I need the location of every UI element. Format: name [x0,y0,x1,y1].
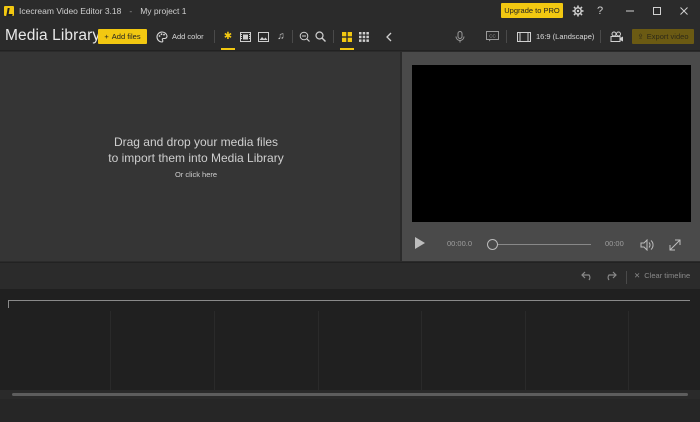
filter-audio-icon[interactable]: ♫ [274,29,288,44]
total-time: 00:00 [605,239,624,248]
export-video-button[interactable]: ⇪ Export video [632,29,694,44]
plus-icon: + [104,32,109,41]
toolbar-divider [214,30,215,43]
timeline-grid-line [628,311,629,391]
palette-icon [156,30,168,43]
filter-image-icon[interactable] [256,29,270,44]
preview-panel: 00:00.0 00:00 [402,52,700,261]
fullscreen-icon[interactable] [668,237,682,252]
project-name: My project 1 [140,5,187,16]
title-separator: - [129,5,133,16]
toolbar-divider [600,30,601,43]
seek-bar[interactable] [493,244,591,245]
drop-instructions: Drag and drop your media files to import… [0,134,392,166]
main-toolbar: Media Library + Add files Add color ✱ ♫ … [0,21,700,51]
clear-timeline-label: Clear timeline [644,271,691,280]
filter-video-icon[interactable] [238,29,252,44]
zoom-fit-icon[interactable] [297,29,311,44]
upgrade-to-pro-button[interactable]: Upgrade to PRO [501,3,563,18]
maximize-icon[interactable] [650,3,664,18]
settings-icon[interactable] [571,3,585,18]
collapse-panel-chevron-icon[interactable] [382,29,396,44]
close-icon[interactable] [677,3,691,18]
play-icon[interactable] [415,237,425,249]
app-name: Icecream Video Editor 3.18 [19,5,122,16]
toolbar-divider [333,30,334,43]
timeline-horizontal-scrollbar[interactable] [0,390,700,399]
timeline-toolbar: ✕ Clear timeline [0,262,700,289]
film-frame-icon [517,31,531,42]
timeline-grid-line [318,311,319,391]
volume-icon[interactable] [640,237,654,252]
export-video-label: Export video [646,32,689,41]
help-icon[interactable]: ? [593,3,607,18]
timeline-grid-line [525,311,526,391]
list-view-icon[interactable] [357,29,371,44]
timeline-area[interactable] [0,289,700,394]
add-color-label: Add color [172,32,204,41]
clear-x-icon: ✕ [634,271,641,280]
search-icon[interactable] [313,29,327,44]
click-here-link[interactable]: Or click here [0,170,392,179]
active-view-indicator [340,48,354,50]
svg-text:CC: CC [489,34,496,39]
player-controls: 00:00.0 00:00 [402,230,700,261]
media-library-drop-zone[interactable]: Drag and drop your media files to import… [0,52,400,261]
subtitles-cc-icon[interactable]: CC [485,29,499,44]
timeline-ruler [8,300,690,301]
add-color-button[interactable]: Add color [156,29,204,44]
media-library-title: Media Library [5,27,101,44]
scrollbar-thumb[interactable] [12,393,688,396]
timeline-grid-line [421,311,422,391]
current-time: 00:00.0 [447,239,473,248]
minimize-icon[interactable] [623,3,637,18]
timeline-ruler-start-tick [8,300,9,308]
undo-icon[interactable] [580,269,594,283]
clear-timeline-button[interactable]: ✕ Clear timeline [634,271,690,280]
aspect-ratio-label: 16:9 (Landscape) [536,32,595,41]
seek-handle[interactable] [487,239,498,250]
microphone-icon[interactable] [453,29,467,44]
video-preview-screen [412,65,691,222]
toolbar-divider [292,30,293,43]
toolbar-divider [506,30,507,43]
filter-all-star-icon[interactable]: ✱ [221,29,235,44]
export-upload-icon: ⇪ [637,32,644,41]
add-files-button[interactable]: + Add files [98,29,147,44]
timeline-divider [626,271,627,284]
active-filter-indicator [221,48,235,50]
aspect-ratio-selector[interactable]: 16:9 (Landscape) [517,29,594,44]
timeline-grid-line [214,311,215,391]
drop-instructions-line2: to import them into Media Library [108,151,284,165]
add-files-label: Add files [111,32,141,41]
app-logo-icon [4,5,14,16]
redo-icon[interactable] [603,269,617,283]
record-camera-icon[interactable] [610,29,624,44]
timeline-grid-line [110,311,111,391]
drop-instructions-line1: Drag and drop your media files [113,135,279,149]
grid-view-icon[interactable] [340,29,354,44]
bottom-strip [0,399,700,422]
